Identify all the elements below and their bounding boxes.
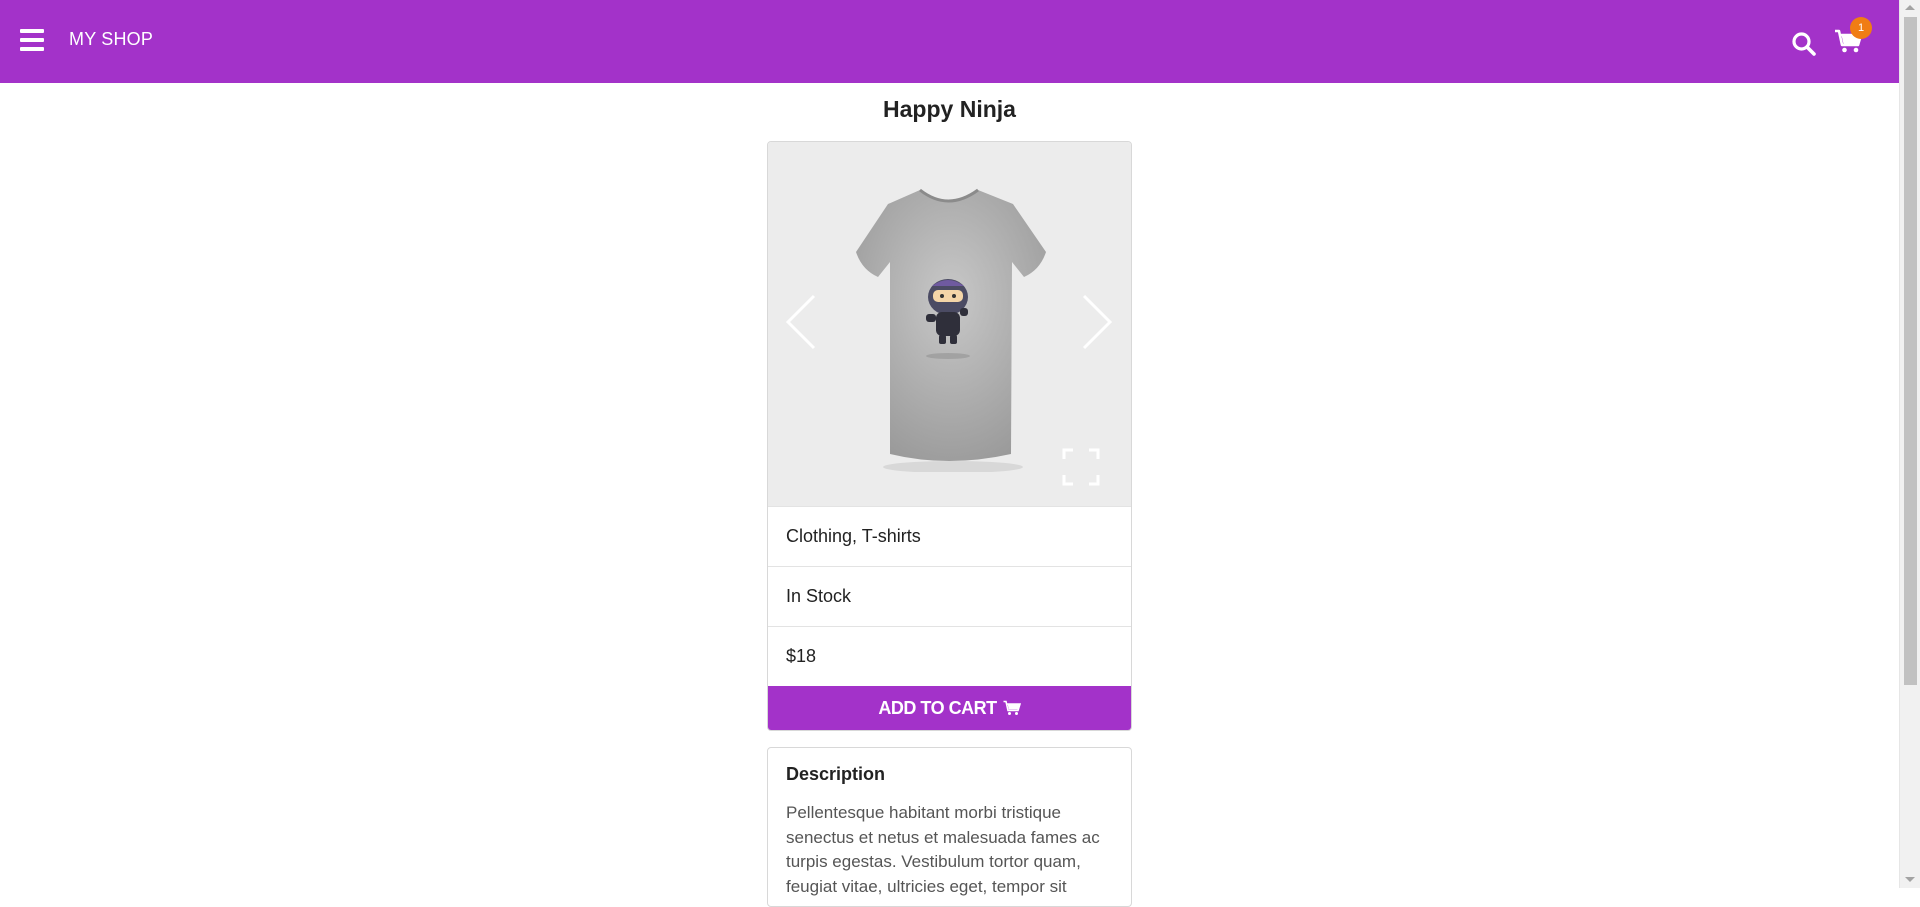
product-image [856,188,1046,472]
cart-icon [1003,700,1021,715]
description-text: Pellentesque habitant morbi tristique se… [786,803,1100,896]
add-to-cart-label: ADD TO CART [878,697,997,718]
product-card: Clothing, T-shirts In Stock $18 ADD TO C… [767,141,1132,731]
fullscreen-icon[interactable] [1062,448,1100,486]
hamburger-menu-icon[interactable] [20,29,44,51]
cart-count-badge: 1 [1850,17,1872,39]
product-image-gallery[interactable] [768,142,1131,506]
chevron-left-icon[interactable] [782,292,822,352]
scroll-up-arrow-icon[interactable] [1905,5,1915,10]
top-app-bar: MY SHOP 1 [0,0,1899,83]
description-title: Description [786,764,886,784]
product-title: Happy Ninja [883,96,1016,122]
chevron-right-icon[interactable] [1076,292,1116,352]
shop-brand[interactable]: MY SHOP [69,29,153,50]
scroll-down-arrow-icon[interactable] [1905,877,1915,882]
description-panel: Description Pellentesque habitant morbi … [767,747,1132,907]
add-to-cart-button[interactable]: ADD TO CART [768,686,1131,730]
scrollbar-thumb[interactable] [1904,17,1917,685]
vertical-scrollbar[interactable] [1899,0,1920,888]
product-categories: Clothing, T-shirts [768,506,1131,566]
stock-status: In Stock [768,566,1131,626]
search-icon[interactable] [1791,31,1817,57]
product-price: $18 [768,626,1131,686]
